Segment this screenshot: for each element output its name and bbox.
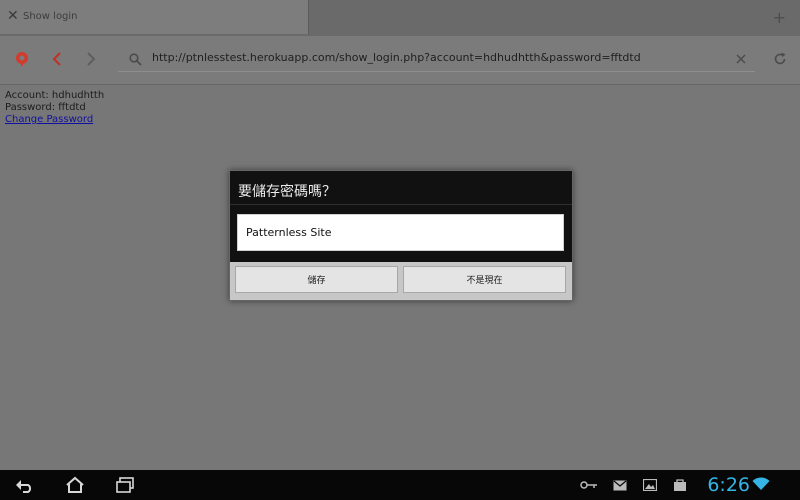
dialog-button-row: 儲存 不是現在 xyxy=(230,262,572,300)
tab-title: Show login xyxy=(23,11,78,22)
close-icon[interactable]: ✕ xyxy=(7,9,21,23)
password-text: Password: fftdtd xyxy=(5,102,86,113)
dialog-divider xyxy=(230,204,572,205)
system-navigation-bar: 6:26 xyxy=(0,470,800,500)
dialog-title: 要儲存密碼嗎？ xyxy=(238,184,336,200)
forward-arrow-icon[interactable] xyxy=(84,51,98,67)
nav-back-icon[interactable] xyxy=(14,476,36,494)
wifi-icon xyxy=(752,476,770,492)
tab-show-login[interactable]: ✕ Show login xyxy=(0,0,309,34)
new-tab-icon[interactable]: + xyxy=(773,8,786,27)
tab-bar: ✕ Show login + xyxy=(0,0,800,36)
site-name-field: Patternless Site xyxy=(237,214,564,251)
save-password-dialog: 要儲存密碼嗎？ Patternless Site 儲存 不是現在 xyxy=(229,170,573,301)
recent-apps-icon[interactable] xyxy=(114,476,136,494)
site-name-text: Patternless Site xyxy=(246,226,332,239)
clock: 6:26 xyxy=(707,474,750,496)
gallery-icon xyxy=(642,478,658,492)
app-logo-icon[interactable] xyxy=(14,51,30,67)
back-arrow-icon[interactable] xyxy=(50,51,64,67)
url-text[interactable]: http://ptnlesstest.herokuapp.com/show_lo… xyxy=(152,51,641,64)
search-icon xyxy=(128,52,142,66)
store-icon xyxy=(672,477,688,493)
reload-icon[interactable] xyxy=(772,51,788,67)
save-button[interactable]: 儲存 xyxy=(235,266,398,293)
clear-icon[interactable] xyxy=(734,52,748,66)
home-icon[interactable] xyxy=(64,475,86,495)
account-text: Account: hdhudhtth xyxy=(5,90,105,101)
key-icon xyxy=(580,478,598,492)
not-now-button[interactable]: 不是現在 xyxy=(403,266,566,293)
change-password-link[interactable]: Change Password xyxy=(5,114,93,125)
email-icon xyxy=(612,478,628,492)
